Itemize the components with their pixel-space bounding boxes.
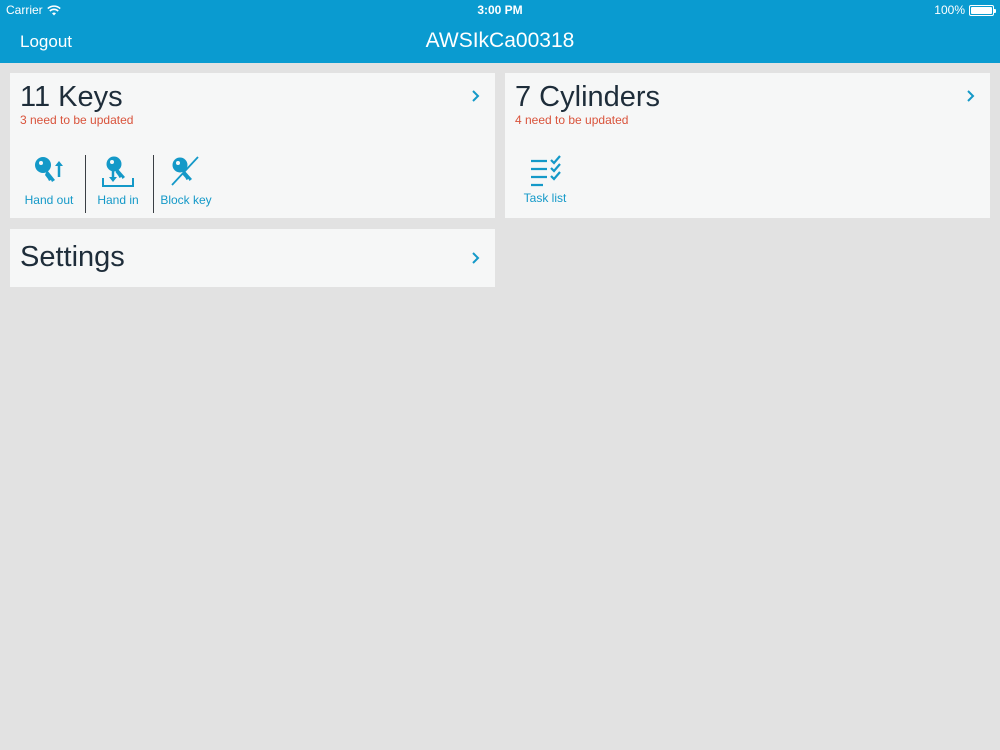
divider (85, 155, 86, 213)
cylinders-card-subtitle: 4 need to be updated (515, 113, 629, 127)
hand-out-label: Hand out (24, 193, 74, 207)
navigation-bar: Carrier 3:00 PM 100% Logout AWSIkCa00318 (0, 0, 1000, 63)
settings-card[interactable]: Settings (10, 229, 495, 287)
hand-out-button[interactable]: Hand out (24, 155, 74, 207)
cylinders-card-title: 7 Cylinders (515, 81, 661, 113)
status-time: 3:00 PM (477, 3, 523, 17)
logout-button[interactable]: Logout (20, 32, 72, 52)
hand-in-button[interactable]: Hand in (94, 155, 142, 207)
block-key-label: Block key (160, 193, 212, 207)
cylinders-card[interactable]: 7 Cylinders 4 need to be updated Task li… (505, 73, 990, 218)
status-bar: Carrier 3:00 PM 100% (0, 0, 1000, 20)
key-block-icon (171, 156, 199, 186)
keys-card-title: 11 Keys (20, 81, 123, 113)
settings-card-title: Settings (20, 241, 125, 273)
key-hand-in-icon (102, 156, 134, 187)
battery-icon (969, 4, 996, 16)
task-list-icon (531, 155, 561, 187)
key-hand-out-icon (35, 157, 63, 182)
task-list-button[interactable]: Task list (517, 155, 573, 205)
task-list-label: Task list (523, 191, 567, 205)
battery-indicator: 100% (934, 3, 996, 17)
keys-card[interactable]: 11 Keys 3 need to be updated Hand out Ha… (10, 73, 495, 218)
block-key-button[interactable]: Block key (158, 155, 214, 207)
page-title: AWSIkCa00318 (425, 29, 575, 52)
hand-in-label: Hand in (97, 193, 139, 207)
chevron-right-icon[interactable] (471, 251, 481, 265)
battery-percent: 100% (934, 3, 965, 17)
keys-card-subtitle: 3 need to be updated (20, 113, 134, 127)
chevron-right-icon[interactable] (966, 89, 976, 103)
divider (153, 155, 154, 213)
chevron-right-icon[interactable] (471, 89, 481, 103)
